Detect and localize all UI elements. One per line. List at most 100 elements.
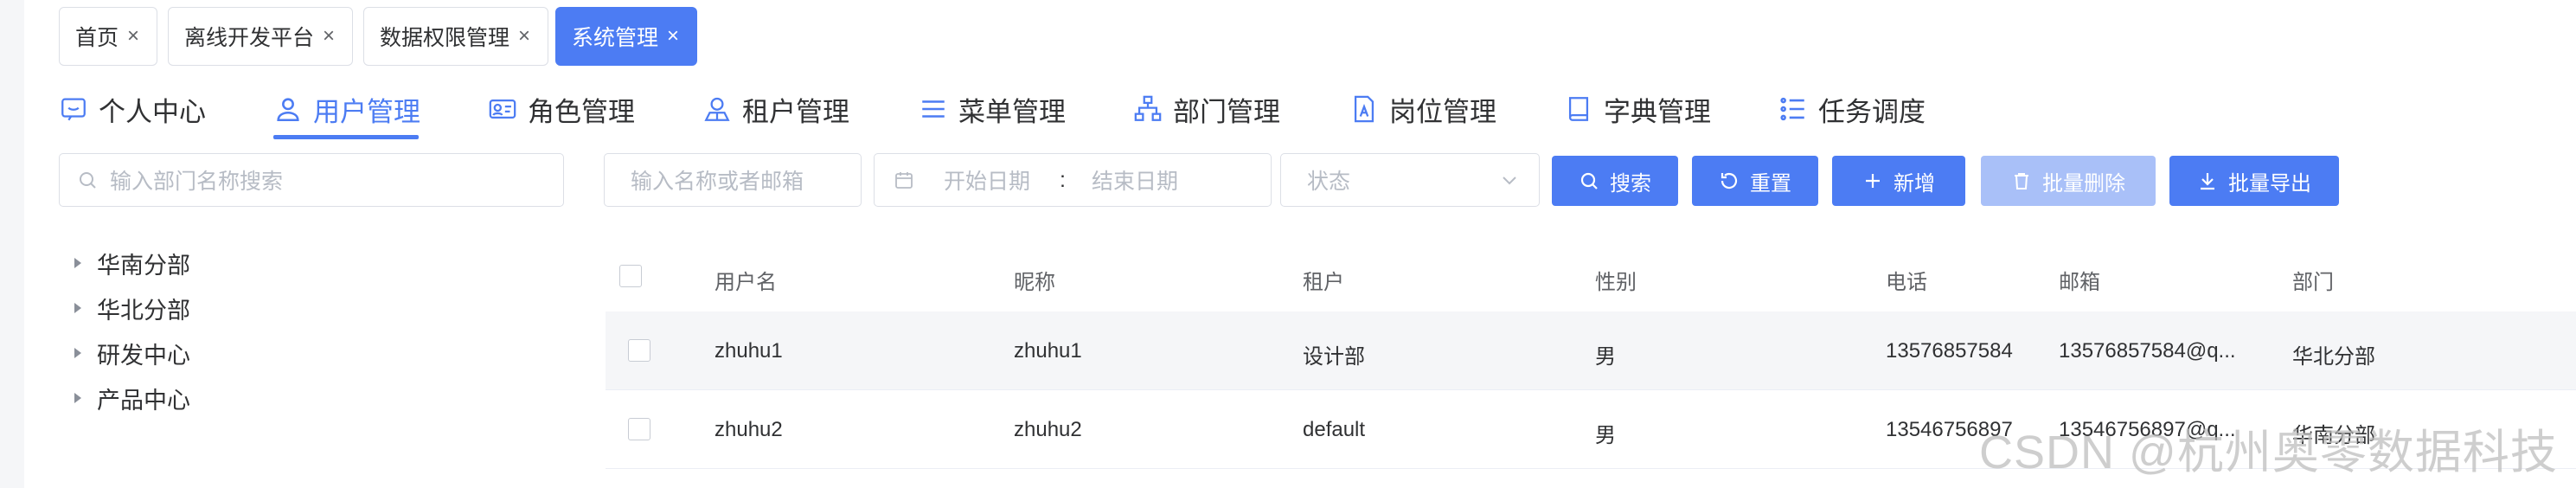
row-checkbox[interactable]	[628, 418, 650, 440]
watermark: CSDN @杭州奥零数据科技	[1979, 427, 2558, 478]
tab-label: 用户管理	[313, 96, 420, 127]
add-button[interactable]: 新增	[1832, 156, 1965, 206]
trash-icon	[2015, 173, 2028, 189]
caret-right-icon[interactable]	[74, 393, 81, 403]
tree-node-label: 华北分部	[97, 297, 190, 324]
caret-right-icon[interactable]	[74, 348, 81, 358]
batch-delete-button-label: 批量删除	[2042, 171, 2125, 196]
search-button-label: 搜索	[1610, 171, 1651, 196]
gender-cell: 男	[1595, 345, 1616, 369]
table-row[interactable]: zhuhu1 zhuhu1 设计部 男 13576857584 13576857…	[606, 311, 2576, 390]
tab-label: 部门管理	[1173, 96, 1280, 127]
page-tab-data-permission[interactable]: 数据权限管理 ×	[363, 7, 548, 66]
tab-dept-management[interactable]: 部门管理	[1133, 88, 1280, 130]
tab-label: 任务调度	[1818, 96, 1926, 127]
tree-node-label: 产品中心	[97, 387, 190, 414]
download-icon	[2201, 173, 2214, 190]
start-date-placeholder: 开始日期	[944, 170, 1031, 194]
page-tab-system[interactable]: 系统管理 ×	[555, 7, 697, 66]
personal-center-icon	[61, 98, 86, 121]
tab-label: 菜单管理	[958, 96, 1066, 127]
column-header[interactable]: 昵称	[1014, 265, 1055, 295]
tenant-cell: default	[1303, 418, 1366, 441]
batch-delete-button[interactable]: 批量删除	[1981, 156, 2156, 206]
name-email-input[interactable]: 输入名称或者邮箱	[604, 153, 862, 207]
end-date-placeholder: 结束日期	[1091, 170, 1178, 194]
tab-label: 岗位管理	[1389, 96, 1496, 127]
batch-export-button[interactable]: 批量导出	[2169, 156, 2339, 206]
chevron-down-icon	[1503, 177, 1516, 185]
tab-post-management[interactable]: 岗位管理	[1349, 88, 1496, 130]
close-icon[interactable]: ×	[127, 24, 139, 48]
date-separator: :	[1060, 167, 1066, 192]
add-button-label: 新增	[1894, 171, 1935, 196]
tab-label: 租户管理	[742, 96, 849, 127]
close-icon[interactable]: ×	[518, 24, 530, 48]
phone-cell: 13576857584	[1886, 339, 2013, 363]
calendar-icon	[895, 172, 913, 189]
tab-user-management[interactable]: 用户管理	[273, 88, 420, 130]
refresh-icon	[1721, 172, 1738, 189]
username-cell: zhuhu2	[714, 418, 783, 441]
tab-tenant-management[interactable]: 租户管理	[702, 88, 849, 130]
org-chart-icon	[1134, 95, 1162, 121]
tenant-icon	[704, 97, 730, 121]
tab-personal-center[interactable]: 个人中心	[59, 88, 206, 130]
page-tab-label: 离线开发平台	[184, 26, 315, 50]
role-icon	[489, 99, 516, 119]
gender-cell: 男	[1595, 424, 1616, 447]
tab-role-management[interactable]: 角色管理	[488, 88, 635, 130]
caret-right-icon[interactable]	[74, 258, 81, 268]
row-checkbox[interactable]	[628, 339, 650, 362]
search-icon	[80, 172, 96, 189]
column-header[interactable]: 部门	[2292, 265, 2334, 295]
close-icon[interactable]: ×	[323, 24, 335, 48]
page-tab-label: 数据权限管理	[380, 26, 510, 50]
select-all-checkbox[interactable]	[619, 265, 642, 287]
reset-button-label: 重置	[1750, 171, 1791, 196]
tree-node[interactable]: 产品中心	[74, 381, 190, 415]
column-header[interactable]: 租户	[1303, 265, 1344, 295]
table-header: 用户名 昵称 租户 性别 电话 邮箱 部门	[606, 244, 2576, 312]
tab-task-scheduling[interactable]: 任务调度	[1778, 88, 1926, 130]
tree-node-label: 研发中心	[97, 342, 190, 369]
close-icon[interactable]: ×	[667, 24, 679, 48]
name-email-placeholder: 输入名称或者邮箱	[631, 170, 804, 194]
page-tab-label: 首页	[75, 26, 119, 50]
tab-label: 字典管理	[1604, 96, 1711, 127]
dept-search-placeholder: 输入部门名称搜索	[110, 170, 284, 194]
column-header[interactable]: 电话	[1886, 265, 1927, 295]
search-icon	[1580, 172, 1598, 189]
status-select[interactable]: 状态	[1280, 153, 1540, 207]
tab-dictionary-management[interactable]: 字典管理	[1564, 88, 1711, 130]
email-cell: 13576857584@q...	[2059, 339, 2236, 363]
active-tab-indicator	[273, 135, 419, 139]
tree-node[interactable]: 华北分部	[74, 291, 190, 325]
page-tab-home[interactable]: 首页 ×	[59, 7, 157, 66]
caret-right-icon[interactable]	[74, 303, 81, 313]
tab-label: 个人中心	[99, 96, 206, 127]
tenant-cell: 设计部	[1303, 345, 1365, 369]
column-header[interactable]: 用户名	[714, 265, 777, 295]
username-cell: zhuhu1	[714, 339, 783, 363]
page-tab-label: 系统管理	[572, 26, 659, 50]
plus-icon	[1866, 174, 1880, 188]
date-range-picker[interactable]: 开始日期 : 结束日期	[874, 153, 1272, 207]
tree-node[interactable]: 研发中心	[74, 336, 190, 370]
column-header[interactable]: 邮箱	[2059, 265, 2100, 295]
department-cell: 华北分部	[2292, 345, 2375, 369]
post-icon	[1354, 95, 1375, 123]
list-icon	[1780, 97, 1804, 121]
reset-button[interactable]: 重置	[1692, 156, 1818, 206]
column-header[interactable]: 性别	[1595, 265, 1637, 295]
page-tab-offline-dev[interactable]: 离线开发平台 ×	[168, 7, 353, 66]
left-edge-strip	[0, 0, 24, 488]
menu-icon	[922, 100, 945, 118]
dept-search-input[interactable]: 输入部门名称搜索	[59, 153, 564, 207]
nickname-cell: zhuhu2	[1014, 418, 1082, 441]
tab-menu-management[interactable]: 菜单管理	[919, 88, 1066, 130]
tree-node[interactable]: 华南分部	[74, 246, 190, 280]
search-button[interactable]: 搜索	[1552, 156, 1678, 206]
batch-export-button-label: 批量导出	[2228, 171, 2311, 196]
user-icon	[277, 98, 299, 122]
